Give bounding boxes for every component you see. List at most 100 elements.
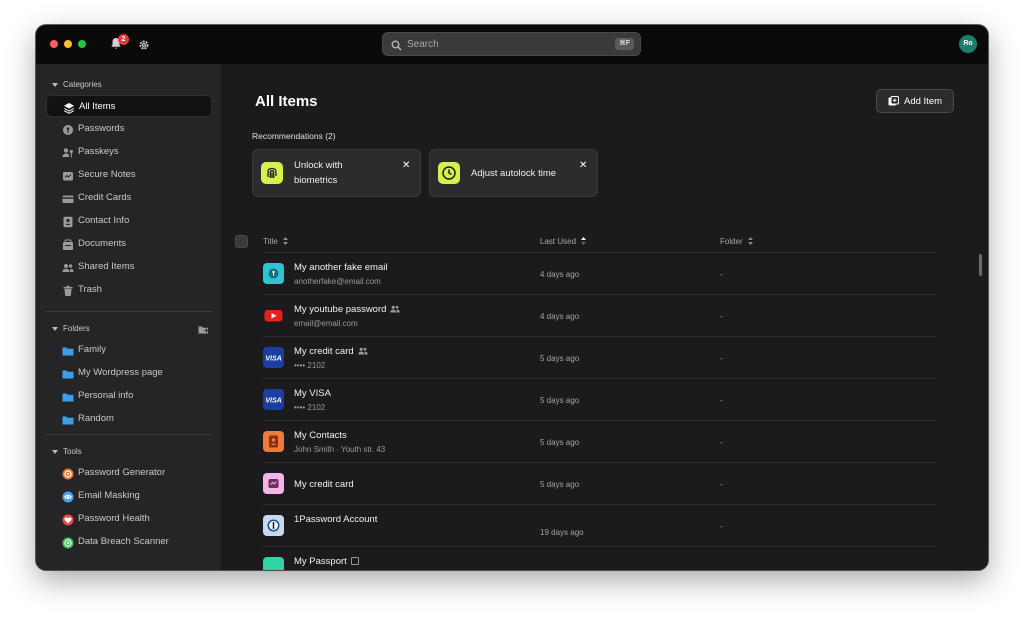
- close-icon[interactable]: ✕: [579, 160, 587, 171]
- sidebar-folder-wordpress[interactable]: My Wordpress page: [46, 362, 212, 384]
- search-bar[interactable]: ⌘F: [382, 32, 641, 56]
- row-title: My Contacts: [294, 430, 347, 441]
- close-icon[interactable]: ✕: [402, 160, 410, 171]
- sidebar-folder-random[interactable]: Random: [46, 408, 212, 430]
- recommendation-line1: Adjust autolock time: [471, 168, 557, 179]
- row-title: My credit card: [294, 479, 354, 490]
- svg-text:VISA: VISA: [265, 356, 281, 363]
- row-folder: -: [720, 522, 723, 531]
- sidebar: Categories All Items Passwords Passkeys …: [36, 64, 221, 570]
- sidebar-tool-password-generator[interactable]: Password Generator: [46, 462, 212, 484]
- table-row[interactable]: 1Password Account 19 days ago -: [263, 504, 936, 546]
- categories-section-header[interactable]: Categories: [52, 80, 102, 89]
- row-title: My VISA: [294, 388, 331, 399]
- row-last-used: 5 days ago: [540, 438, 580, 447]
- column-header-folder[interactable]: Folder: [720, 237, 753, 247]
- document-icon: [62, 238, 74, 250]
- sidebar-item-trash[interactable]: Trash: [46, 279, 212, 301]
- tools-section-header[interactable]: Tools: [52, 447, 82, 456]
- sidebar-folder-family[interactable]: Family: [46, 339, 212, 361]
- folder-icon: [62, 390, 74, 402]
- row-subtitle: email@email.com: [294, 319, 358, 328]
- avatar[interactable]: Ro: [959, 35, 977, 53]
- folder-icon: [62, 413, 74, 425]
- sidebar-tool-label: Password Health: [78, 513, 150, 524]
- sidebar-folder-personal-info[interactable]: Personal info: [46, 385, 212, 407]
- search-input[interactable]: [407, 33, 607, 55]
- sidebar-tool-password-health[interactable]: Password Health: [46, 508, 212, 530]
- sidebar-item-label: Passwords: [78, 123, 125, 134]
- row-subtitle: •••• 2102: [294, 361, 326, 370]
- row-title: My Passport: [294, 556, 347, 567]
- sidebar-item-secure-notes[interactable]: Secure Notes: [46, 164, 212, 186]
- row-folder: -: [720, 270, 723, 279]
- table-header: Title Last Used Folder: [221, 231, 988, 251]
- folders-label: Folders: [63, 324, 90, 333]
- sidebar-item-passkeys[interactable]: Passkeys: [46, 141, 212, 163]
- table-row[interactable]: VISA My VISA •••• 2102 5 days ago -: [263, 378, 936, 420]
- folder-icon: [62, 367, 74, 379]
- sidebar-item-label: Documents: [78, 238, 127, 249]
- table-row[interactable]: My Contacts John Smith · Youth str. 43 5…: [263, 420, 936, 462]
- sidebar-item-label: Secure Notes: [78, 169, 136, 180]
- column-header-last-used[interactable]: Last Used: [540, 237, 587, 247]
- table-row[interactable]: VISA My credit card •••• 2102 5 days ago…: [263, 336, 936, 378]
- sidebar-item-label: Credit Cards: [78, 192, 132, 203]
- row-last-used: 4 days ago: [540, 270, 580, 279]
- sidebar-tool-data-breach-scanner[interactable]: Data Breach Scanner: [46, 531, 212, 553]
- sidebar-tool-email-masking[interactable]: Email Masking: [46, 485, 212, 507]
- credit-card-icon: [62, 192, 74, 204]
- folder-icon: [62, 344, 74, 356]
- sort-icon: [282, 237, 288, 247]
- table-row[interactable]: My Passport: [263, 546, 936, 570]
- search-icon: [391, 38, 402, 56]
- caret-down-icon: [52, 82, 58, 87]
- folders-section-header[interactable]: Folders: [52, 324, 90, 333]
- minimize-window-button[interactable]: [64, 40, 72, 48]
- row-title: 1Password Account: [294, 514, 378, 525]
- row-last-used: 5 days ago: [540, 480, 580, 489]
- row-last-used: 19 days ago: [540, 528, 584, 537]
- row-last-used: 5 days ago: [540, 396, 580, 405]
- sidebar-divider: [46, 311, 212, 312]
- sort-ascending-icon: [581, 237, 587, 247]
- table-row[interactable]: My credit card 5 days ago -: [263, 462, 936, 504]
- svg-text:VISA: VISA: [265, 398, 281, 405]
- gear-icon[interactable]: [138, 38, 150, 56]
- column-last-used-label: Last Used: [540, 237, 577, 246]
- recommendations-label: Recommendations (2): [252, 131, 336, 141]
- close-window-button[interactable]: [50, 40, 58, 48]
- sidebar-tool-label: Password Generator: [78, 467, 166, 478]
- sidebar-item-documents[interactable]: Documents: [46, 233, 212, 255]
- youtube-icon: [263, 305, 284, 326]
- recommendation-card-biometrics[interactable]: Unlock with biometrics ✕: [252, 149, 421, 197]
- scrollbar-thumb[interactable]: [979, 254, 982, 276]
- key-icon: [263, 263, 284, 284]
- column-header-title[interactable]: Title: [263, 237, 288, 247]
- caret-down-icon: [52, 449, 58, 454]
- row-title-wrap: My youtube password: [294, 304, 401, 316]
- sidebar-folder-label: My Wordpress page: [78, 367, 163, 378]
- note-icon: [263, 473, 284, 494]
- table-row[interactable]: My youtube password email@email.com 4 da…: [263, 294, 936, 336]
- new-folder-icon[interactable]: [198, 322, 209, 340]
- table-row[interactable]: My another fake email anotherfake@email.…: [263, 252, 936, 294]
- select-all-checkbox[interactable]: [235, 235, 248, 248]
- recommendation-card-autolock[interactable]: Adjust autolock time ✕: [429, 149, 598, 197]
- sidebar-item-all-items[interactable]: All Items: [46, 95, 212, 117]
- sidebar-item-label: Shared Items: [78, 261, 135, 272]
- sidebar-item-shared-items[interactable]: Shared Items: [46, 256, 212, 278]
- radar-icon: [62, 536, 74, 549]
- add-item-button[interactable]: Add Item: [876, 89, 954, 113]
- sidebar-item-credit-cards[interactable]: Credit Cards: [46, 187, 212, 209]
- maximize-window-button[interactable]: [78, 40, 86, 48]
- sidebar-item-contact-info[interactable]: Contact Info: [46, 210, 212, 232]
- contact-icon: [62, 215, 74, 228]
- contact-icon: [263, 431, 284, 452]
- notification-badge: 2: [118, 34, 129, 45]
- clock-icon: [438, 162, 460, 184]
- note-icon: [62, 169, 74, 181]
- sidebar-folder-label: Personal info: [78, 390, 134, 401]
- sidebar-item-passwords[interactable]: Passwords: [46, 118, 212, 140]
- recommendation-line1: Unlock with: [294, 160, 343, 171]
